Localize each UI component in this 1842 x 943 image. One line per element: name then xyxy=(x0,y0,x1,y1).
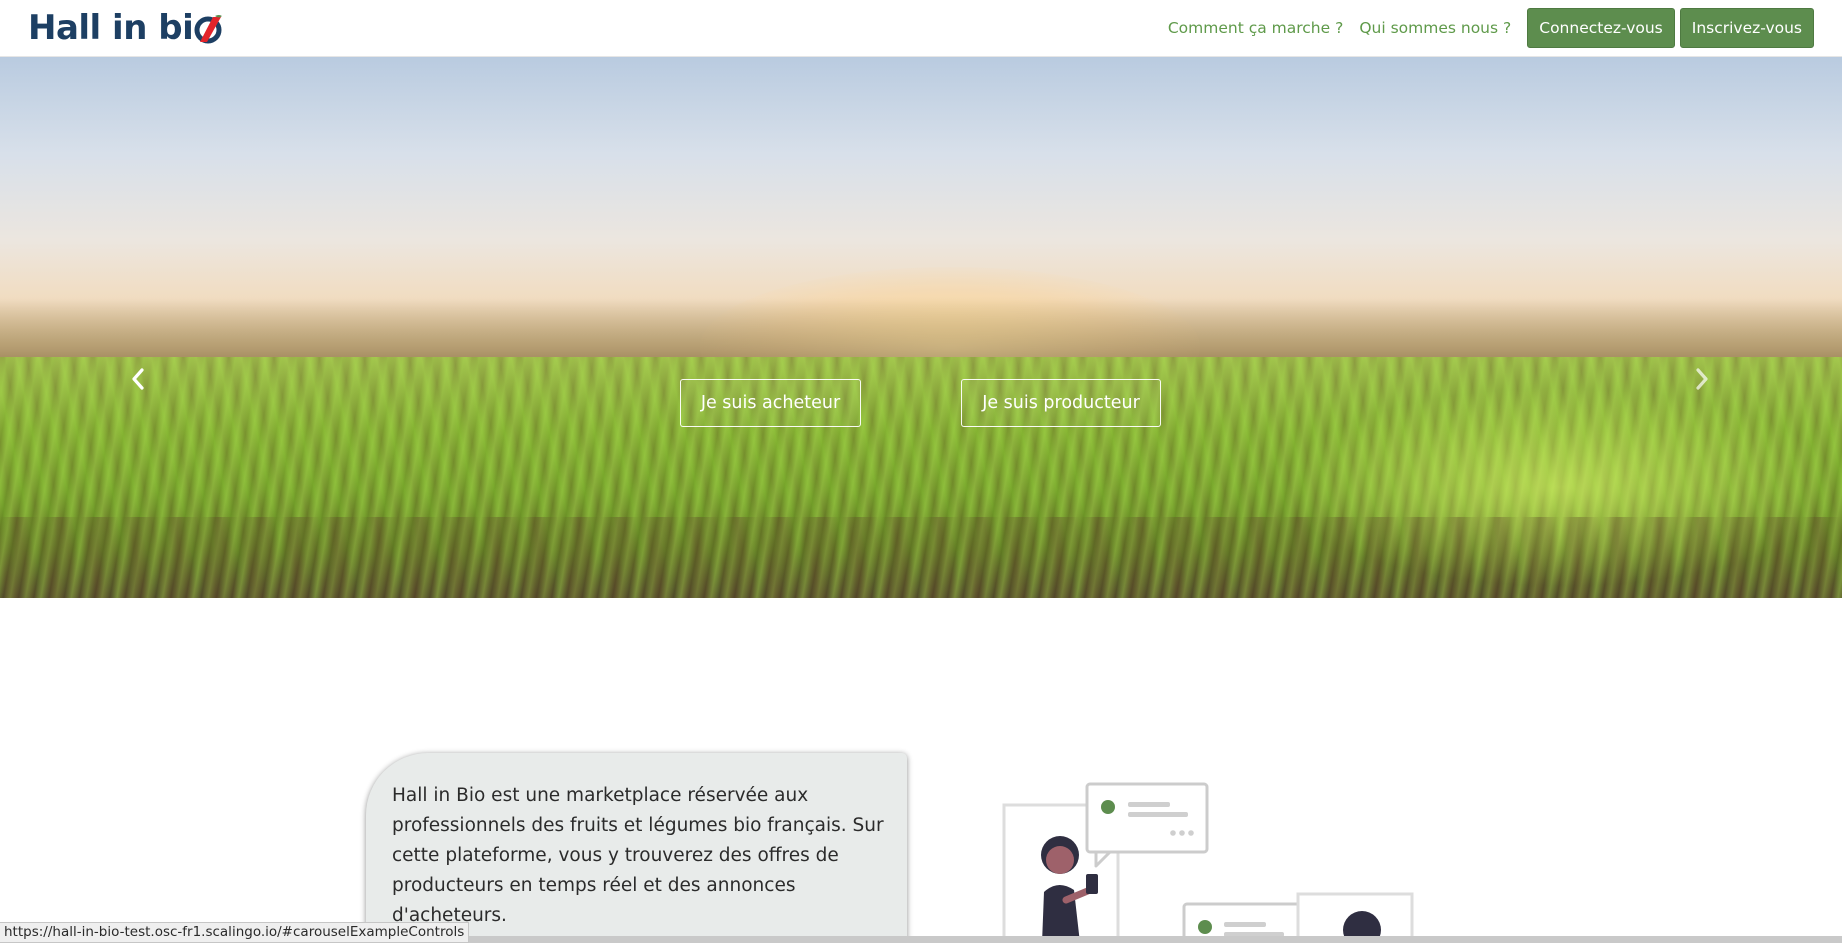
nav-link-about-us[interactable]: Qui sommes nous ? xyxy=(1359,19,1511,37)
nav-links: Comment ça marche ? Qui sommes nous ? Co… xyxy=(1168,8,1814,48)
top-navbar: Hall in bi Comment ça marche ? Qui somme… xyxy=(0,0,1842,57)
intro-text: Hall in Bio est une marketplace réservée… xyxy=(392,785,884,926)
signup-button[interactable]: Inscrivez-vous xyxy=(1679,8,1814,48)
carousel-next-button[interactable] xyxy=(1690,362,1714,396)
brand-name: Hall in bi xyxy=(28,8,194,48)
chevron-right-icon xyxy=(1696,368,1708,390)
producer-button[interactable]: Je suis producteur xyxy=(961,379,1161,427)
nav-link-how-it-works[interactable]: Comment ça marche ? xyxy=(1168,19,1343,37)
brand-logo[interactable]: Hall in bi xyxy=(28,8,224,48)
buyer-button[interactable]: Je suis acheteur xyxy=(680,379,861,427)
chevron-left-icon xyxy=(132,368,144,390)
brand-o-icon xyxy=(194,14,224,44)
status-bar-url: https://hall-in-bio-test.osc-fr1.scaling… xyxy=(0,922,470,943)
hero-carousel: Je suis acheteur Je suis producteur xyxy=(0,57,1842,598)
login-button[interactable]: Connectez-vous xyxy=(1527,8,1675,48)
horizontal-scrollbar[interactable] xyxy=(462,936,1842,943)
hero-soil xyxy=(0,517,1842,598)
chat-illustration xyxy=(1000,780,1420,943)
intro-card: Hall in Bio est une marketplace réservée… xyxy=(366,753,907,943)
carousel-prev-button[interactable] xyxy=(126,362,150,396)
